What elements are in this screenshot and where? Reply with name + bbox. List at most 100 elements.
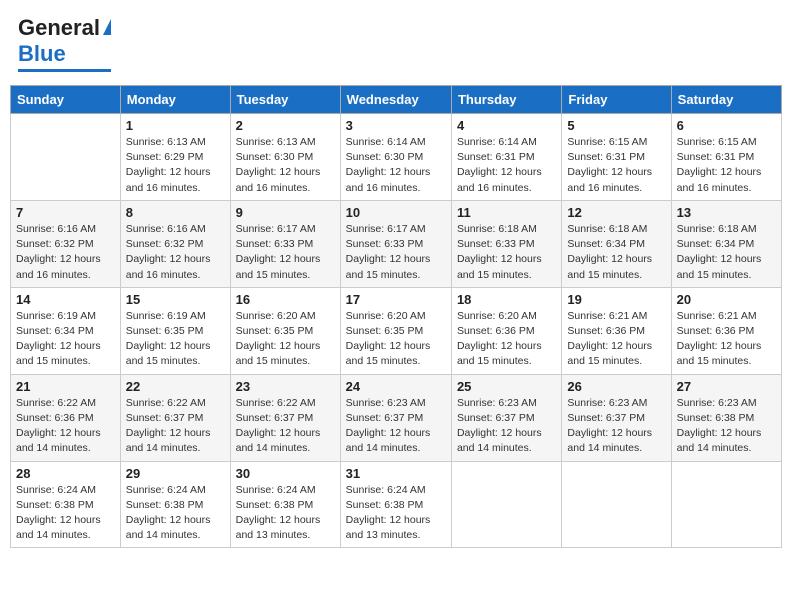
day-number: 22 bbox=[126, 379, 225, 394]
calendar-cell: 18 Sunrise: 6:20 AM Sunset: 6:36 PM Dayli… bbox=[451, 287, 561, 374]
calendar-cell: 1 Sunrise: 6:13 AM Sunset: 6:29 PM Daylig… bbox=[120, 114, 230, 201]
calendar-cell: 27 Sunrise: 6:23 AM Sunset: 6:38 PM Dayli… bbox=[671, 374, 781, 461]
day-number: 9 bbox=[236, 205, 335, 220]
day-info: Sunrise: 6:16 AM Sunset: 6:32 PM Dayligh… bbox=[16, 222, 115, 283]
day-number: 18 bbox=[457, 292, 556, 307]
logo-underline bbox=[18, 69, 111, 72]
col-header-thursday: Thursday bbox=[451, 86, 561, 114]
day-number: 29 bbox=[126, 466, 225, 481]
day-info: Sunrise: 6:18 AM Sunset: 6:34 PM Dayligh… bbox=[567, 222, 665, 283]
day-info: Sunrise: 6:14 AM Sunset: 6:30 PM Dayligh… bbox=[346, 135, 446, 196]
day-number: 8 bbox=[126, 205, 225, 220]
day-number: 17 bbox=[346, 292, 446, 307]
day-number: 21 bbox=[16, 379, 115, 394]
day-info: Sunrise: 6:17 AM Sunset: 6:33 PM Dayligh… bbox=[236, 222, 335, 283]
page-header: General Blue bbox=[10, 10, 782, 77]
day-info: Sunrise: 6:13 AM Sunset: 6:29 PM Dayligh… bbox=[126, 135, 225, 196]
day-info: Sunrise: 6:24 AM Sunset: 6:38 PM Dayligh… bbox=[236, 483, 335, 544]
day-number: 30 bbox=[236, 466, 335, 481]
day-number: 14 bbox=[16, 292, 115, 307]
day-info: Sunrise: 6:22 AM Sunset: 6:37 PM Dayligh… bbox=[236, 396, 335, 457]
day-number: 15 bbox=[126, 292, 225, 307]
calendar-cell: 17 Sunrise: 6:20 AM Sunset: 6:35 PM Dayli… bbox=[340, 287, 451, 374]
day-info: Sunrise: 6:24 AM Sunset: 6:38 PM Dayligh… bbox=[126, 483, 225, 544]
calendar-cell: 4 Sunrise: 6:14 AM Sunset: 6:31 PM Daylig… bbox=[451, 114, 561, 201]
logo-triangle-icon bbox=[103, 19, 111, 35]
day-number: 11 bbox=[457, 205, 556, 220]
calendar-cell: 19 Sunrise: 6:21 AM Sunset: 6:36 PM Dayli… bbox=[562, 287, 671, 374]
day-info: Sunrise: 6:15 AM Sunset: 6:31 PM Dayligh… bbox=[567, 135, 665, 196]
day-number: 24 bbox=[346, 379, 446, 394]
calendar-cell: 25Sunrise: 6:23 AM Sunset: 6:37 PM Dayli… bbox=[451, 374, 561, 461]
day-number: 26 bbox=[567, 379, 665, 394]
day-info: Sunrise: 6:22 AM Sunset: 6:37 PM Dayligh… bbox=[126, 396, 225, 457]
day-info: Sunrise: 6:20 AM Sunset: 6:35 PM Dayligh… bbox=[236, 309, 335, 370]
week-row-2: 7 Sunrise: 6:16 AM Sunset: 6:32 PM Daylig… bbox=[11, 200, 782, 287]
col-header-monday: Monday bbox=[120, 86, 230, 114]
day-info: Sunrise: 6:23 AM Sunset: 6:37 PM Dayligh… bbox=[346, 396, 446, 457]
col-header-friday: Friday bbox=[562, 86, 671, 114]
calendar-cell: 5 Sunrise: 6:15 AM Sunset: 6:31 PM Daylig… bbox=[562, 114, 671, 201]
day-info: Sunrise: 6:21 AM Sunset: 6:36 PM Dayligh… bbox=[677, 309, 776, 370]
calendar-cell bbox=[451, 461, 561, 548]
day-number: 16 bbox=[236, 292, 335, 307]
day-info: Sunrise: 6:19 AM Sunset: 6:35 PM Dayligh… bbox=[126, 309, 225, 370]
calendar-cell bbox=[671, 461, 781, 548]
day-info: Sunrise: 6:23 AM Sunset: 6:37 PM Dayligh… bbox=[457, 396, 556, 457]
week-row-5: 28 Sunrise: 6:24 AM Sunset: 6:38 PM Dayli… bbox=[11, 461, 782, 548]
calendar-cell: 8 Sunrise: 6:16 AM Sunset: 6:32 PM Daylig… bbox=[120, 200, 230, 287]
day-number: 1 bbox=[126, 118, 225, 133]
day-info: Sunrise: 6:19 AM Sunset: 6:34 PM Dayligh… bbox=[16, 309, 115, 370]
col-header-wednesday: Wednesday bbox=[340, 86, 451, 114]
day-info: Sunrise: 6:21 AM Sunset: 6:36 PM Dayligh… bbox=[567, 309, 665, 370]
day-info: Sunrise: 6:20 AM Sunset: 6:36 PM Dayligh… bbox=[457, 309, 556, 370]
calendar-cell: 28Sunrise: 6:24 AM Sunset: 6:38 PM Dayli… bbox=[11, 461, 121, 548]
calendar-cell: 24 Sunrise: 6:23 AM Sunset: 6:37 PM Dayli… bbox=[340, 374, 451, 461]
calendar-table: SundayMondayTuesdayWednesdayThursdayFrid… bbox=[10, 85, 782, 548]
day-number: 2 bbox=[236, 118, 335, 133]
calendar-cell: 9 Sunrise: 6:17 AM Sunset: 6:33 PM Daylig… bbox=[230, 200, 340, 287]
calendar-cell bbox=[562, 461, 671, 548]
day-number: 7 bbox=[16, 205, 115, 220]
day-info: Sunrise: 6:23 AM Sunset: 6:38 PM Dayligh… bbox=[677, 396, 776, 457]
col-header-sunday: Sunday bbox=[11, 86, 121, 114]
day-number: 28 bbox=[16, 466, 115, 481]
day-number: 27 bbox=[677, 379, 776, 394]
col-header-tuesday: Tuesday bbox=[230, 86, 340, 114]
day-number: 10 bbox=[346, 205, 446, 220]
calendar-cell: 2Sunrise: 6:13 AM Sunset: 6:30 PM Daylig… bbox=[230, 114, 340, 201]
calendar-cell: 7 Sunrise: 6:16 AM Sunset: 6:32 PM Daylig… bbox=[11, 200, 121, 287]
day-number: 12 bbox=[567, 205, 665, 220]
calendar-cell: 15 Sunrise: 6:19 AM Sunset: 6:35 PM Dayli… bbox=[120, 287, 230, 374]
day-number: 6 bbox=[677, 118, 776, 133]
calendar-header-row: SundayMondayTuesdayWednesdayThursdayFrid… bbox=[11, 86, 782, 114]
day-info: Sunrise: 6:20 AM Sunset: 6:35 PM Dayligh… bbox=[346, 309, 446, 370]
calendar-cell: 30 Sunrise: 6:24 AM Sunset: 6:38 PM Dayli… bbox=[230, 461, 340, 548]
day-info: Sunrise: 6:15 AM Sunset: 6:31 PM Dayligh… bbox=[677, 135, 776, 196]
calendar-cell bbox=[11, 114, 121, 201]
col-header-saturday: Saturday bbox=[671, 86, 781, 114]
calendar-cell: 31Sunrise: 6:24 AM Sunset: 6:38 PM Dayli… bbox=[340, 461, 451, 548]
day-number: 5 bbox=[567, 118, 665, 133]
day-info: Sunrise: 6:22 AM Sunset: 6:36 PM Dayligh… bbox=[16, 396, 115, 457]
day-info: Sunrise: 6:16 AM Sunset: 6:32 PM Dayligh… bbox=[126, 222, 225, 283]
week-row-4: 21 Sunrise: 6:22 AM Sunset: 6:36 PM Dayli… bbox=[11, 374, 782, 461]
day-number: 23 bbox=[236, 379, 335, 394]
day-number: 19 bbox=[567, 292, 665, 307]
calendar-cell: 29 Sunrise: 6:24 AM Sunset: 6:38 PM Dayli… bbox=[120, 461, 230, 548]
calendar-cell: 16 Sunrise: 6:20 AM Sunset: 6:35 PM Dayli… bbox=[230, 287, 340, 374]
day-number: 13 bbox=[677, 205, 776, 220]
calendar-cell: 3Sunrise: 6:14 AM Sunset: 6:30 PM Daylig… bbox=[340, 114, 451, 201]
calendar-cell: 10Sunrise: 6:17 AM Sunset: 6:33 PM Dayli… bbox=[340, 200, 451, 287]
calendar-cell: 22 Sunrise: 6:22 AM Sunset: 6:37 PM Dayli… bbox=[120, 374, 230, 461]
day-info: Sunrise: 6:14 AM Sunset: 6:31 PM Dayligh… bbox=[457, 135, 556, 196]
calendar-cell: 20 Sunrise: 6:21 AM Sunset: 6:36 PM Dayli… bbox=[671, 287, 781, 374]
calendar-cell: 6 Sunrise: 6:15 AM Sunset: 6:31 PM Daylig… bbox=[671, 114, 781, 201]
day-number: 20 bbox=[677, 292, 776, 307]
day-info: Sunrise: 6:18 AM Sunset: 6:34 PM Dayligh… bbox=[677, 222, 776, 283]
calendar-cell: 12 Sunrise: 6:18 AM Sunset: 6:34 PM Dayli… bbox=[562, 200, 671, 287]
logo-blue: Blue bbox=[18, 41, 66, 67]
calendar-cell: 26 Sunrise: 6:23 AM Sunset: 6:37 PM Dayli… bbox=[562, 374, 671, 461]
day-info: Sunrise: 6:23 AM Sunset: 6:37 PM Dayligh… bbox=[567, 396, 665, 457]
day-number: 4 bbox=[457, 118, 556, 133]
